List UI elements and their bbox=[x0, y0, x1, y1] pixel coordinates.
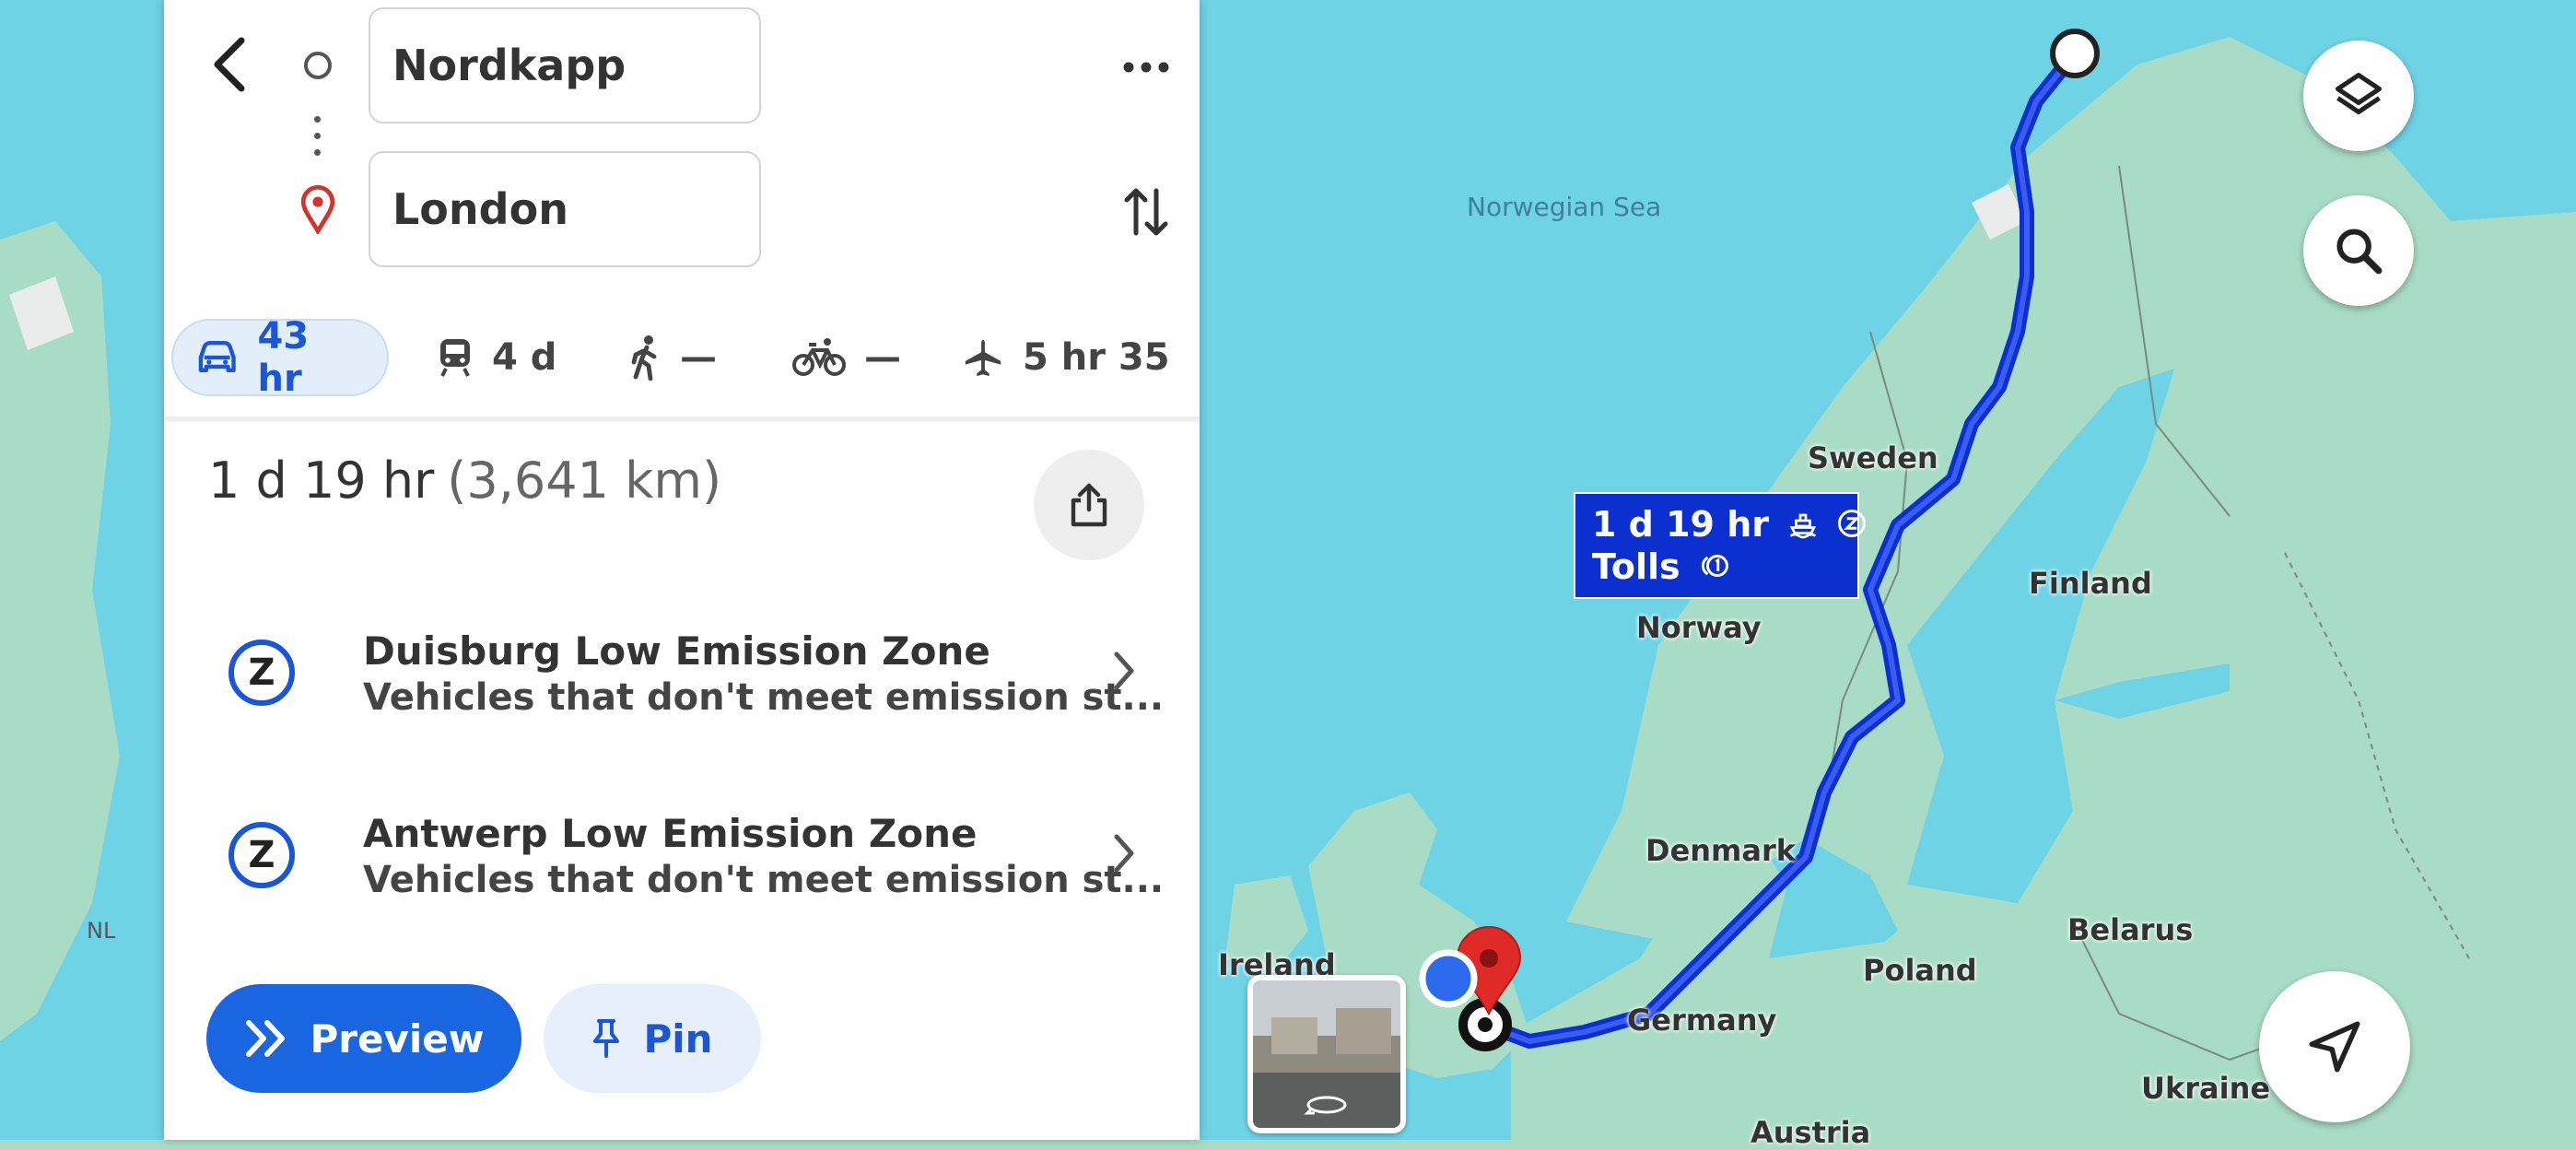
origin-marker bbox=[2050, 29, 2100, 78]
chevron-right-icon bbox=[1114, 834, 1134, 873]
tab-bike[interactable]: — bbox=[792, 319, 901, 396]
travel-mode-tabs: 43 hr 4 d — — 5 hr 35 bbox=[164, 313, 1200, 415]
directions-panel: Nordkapp London 43 hr 4 d — — 5 hr 35 1 … bbox=[164, 0, 1200, 1140]
back-button[interactable] bbox=[199, 28, 258, 101]
tab-drive[interactable]: 43 hr bbox=[171, 315, 389, 400]
low-emission-zone-icon bbox=[1838, 510, 1867, 537]
double-chevron-icon bbox=[246, 1020, 286, 1057]
car-icon bbox=[198, 340, 236, 373]
zone-title: Duisburg Low Emission Zone bbox=[363, 628, 990, 674]
origin-input[interactable]: Nordkapp bbox=[369, 7, 761, 123]
current-location-dot bbox=[1419, 949, 1478, 1008]
drive-time: 43 hr bbox=[257, 315, 310, 400]
share-button[interactable] bbox=[1034, 450, 1144, 560]
transit-time: 4 d bbox=[492, 336, 557, 379]
street-view-thumbnail[interactable] bbox=[1247, 975, 1406, 1133]
tab-walk[interactable]: — bbox=[630, 319, 717, 396]
route-summary: 1 d 19 hr (3,641 km) bbox=[208, 452, 721, 510]
zone-item-antwerp[interactable]: Z Antwerp Low Emission Zone Vehicles tha… bbox=[164, 800, 1200, 938]
zone-description: Vehicles that don't meet emission st... bbox=[363, 676, 1165, 719]
origin-circle-icon bbox=[304, 52, 332, 79]
walking-person-icon bbox=[631, 335, 657, 381]
back-arrow-icon bbox=[214, 37, 245, 92]
map-label-sea: Norwegian Sea bbox=[1467, 192, 1662, 222]
layers-button[interactable] bbox=[2303, 41, 2414, 151]
route-distance: (3,641 km) bbox=[447, 452, 722, 510]
route-callout[interactable]: 1 d 19 hr Tolls bbox=[1574, 492, 1867, 599]
pushpin-icon bbox=[593, 1019, 620, 1058]
map-label-germany: Germany bbox=[1627, 1003, 1777, 1038]
callout-tolls: Tolls bbox=[1592, 546, 1680, 587]
walk-time: — bbox=[680, 336, 717, 379]
layers-icon bbox=[2336, 73, 2382, 114]
map-label-austria: Austria bbox=[1751, 1115, 1871, 1150]
navigate-button[interactable] bbox=[2259, 971, 2410, 1122]
tab-flight[interactable]: 5 hr 35 bbox=[962, 319, 1170, 396]
search-icon bbox=[2336, 229, 2383, 275]
map-label-denmark: Denmark bbox=[1645, 833, 1797, 868]
zone-item-duisburg[interactable]: Z Duisburg Low Emission Zone Vehicles th… bbox=[164, 617, 1200, 756]
ferry-icon bbox=[1790, 513, 1817, 539]
search-button[interactable] bbox=[2303, 195, 2414, 306]
flight-time: 5 hr 35 bbox=[1023, 336, 1170, 379]
map-label-nl: NL bbox=[87, 918, 116, 944]
callout-duration: 1 d 19 hr bbox=[1592, 504, 1770, 545]
low-emission-zone-icon: Z bbox=[228, 822, 295, 888]
tab-transit[interactable]: 4 d bbox=[437, 319, 556, 396]
more-options-button[interactable] bbox=[1109, 35, 1183, 100]
pin-button[interactable]: Pin bbox=[544, 984, 761, 1093]
divider bbox=[164, 417, 1200, 420]
destination-pin-icon bbox=[300, 184, 335, 234]
preview-label: Preview bbox=[310, 1015, 485, 1062]
route-duration: 1 d 19 hr bbox=[208, 452, 435, 510]
toll-icon bbox=[1701, 555, 1728, 577]
swap-arrows-icon bbox=[1124, 188, 1168, 236]
bicycle-icon bbox=[792, 338, 846, 376]
share-icon bbox=[1071, 483, 1107, 527]
bike-time: — bbox=[864, 336, 901, 379]
navigation-arrow-icon bbox=[2309, 1021, 2360, 1073]
airplane-icon bbox=[965, 339, 1001, 377]
map-label-norway: Norway bbox=[1636, 610, 1762, 645]
rotate-360-icon bbox=[1304, 1096, 1347, 1115]
preview-button[interactable]: Preview bbox=[206, 984, 521, 1093]
train-icon bbox=[440, 339, 470, 377]
map-label-poland: Poland bbox=[1863, 953, 1977, 988]
more-dots-icon bbox=[1123, 62, 1169, 73]
map-label-belarus: Belarus bbox=[2067, 912, 2194, 947]
route-dots-icon bbox=[314, 116, 322, 166]
zone-title: Antwerp Low Emission Zone bbox=[363, 811, 978, 856]
swap-button[interactable] bbox=[1109, 175, 1183, 249]
pin-label: Pin bbox=[643, 1015, 713, 1062]
map-label-sweden: Sweden bbox=[1808, 440, 1938, 475]
map-label-ukraine: Ukraine bbox=[2141, 1071, 2271, 1106]
map-label-finland: Finland bbox=[2029, 566, 2152, 601]
zone-description: Vehicles that don't meet emission st... bbox=[363, 859, 1165, 901]
chevron-right-icon bbox=[1114, 651, 1134, 690]
destination-input[interactable]: London bbox=[369, 151, 761, 267]
low-emission-zone-icon: Z bbox=[228, 640, 295, 706]
